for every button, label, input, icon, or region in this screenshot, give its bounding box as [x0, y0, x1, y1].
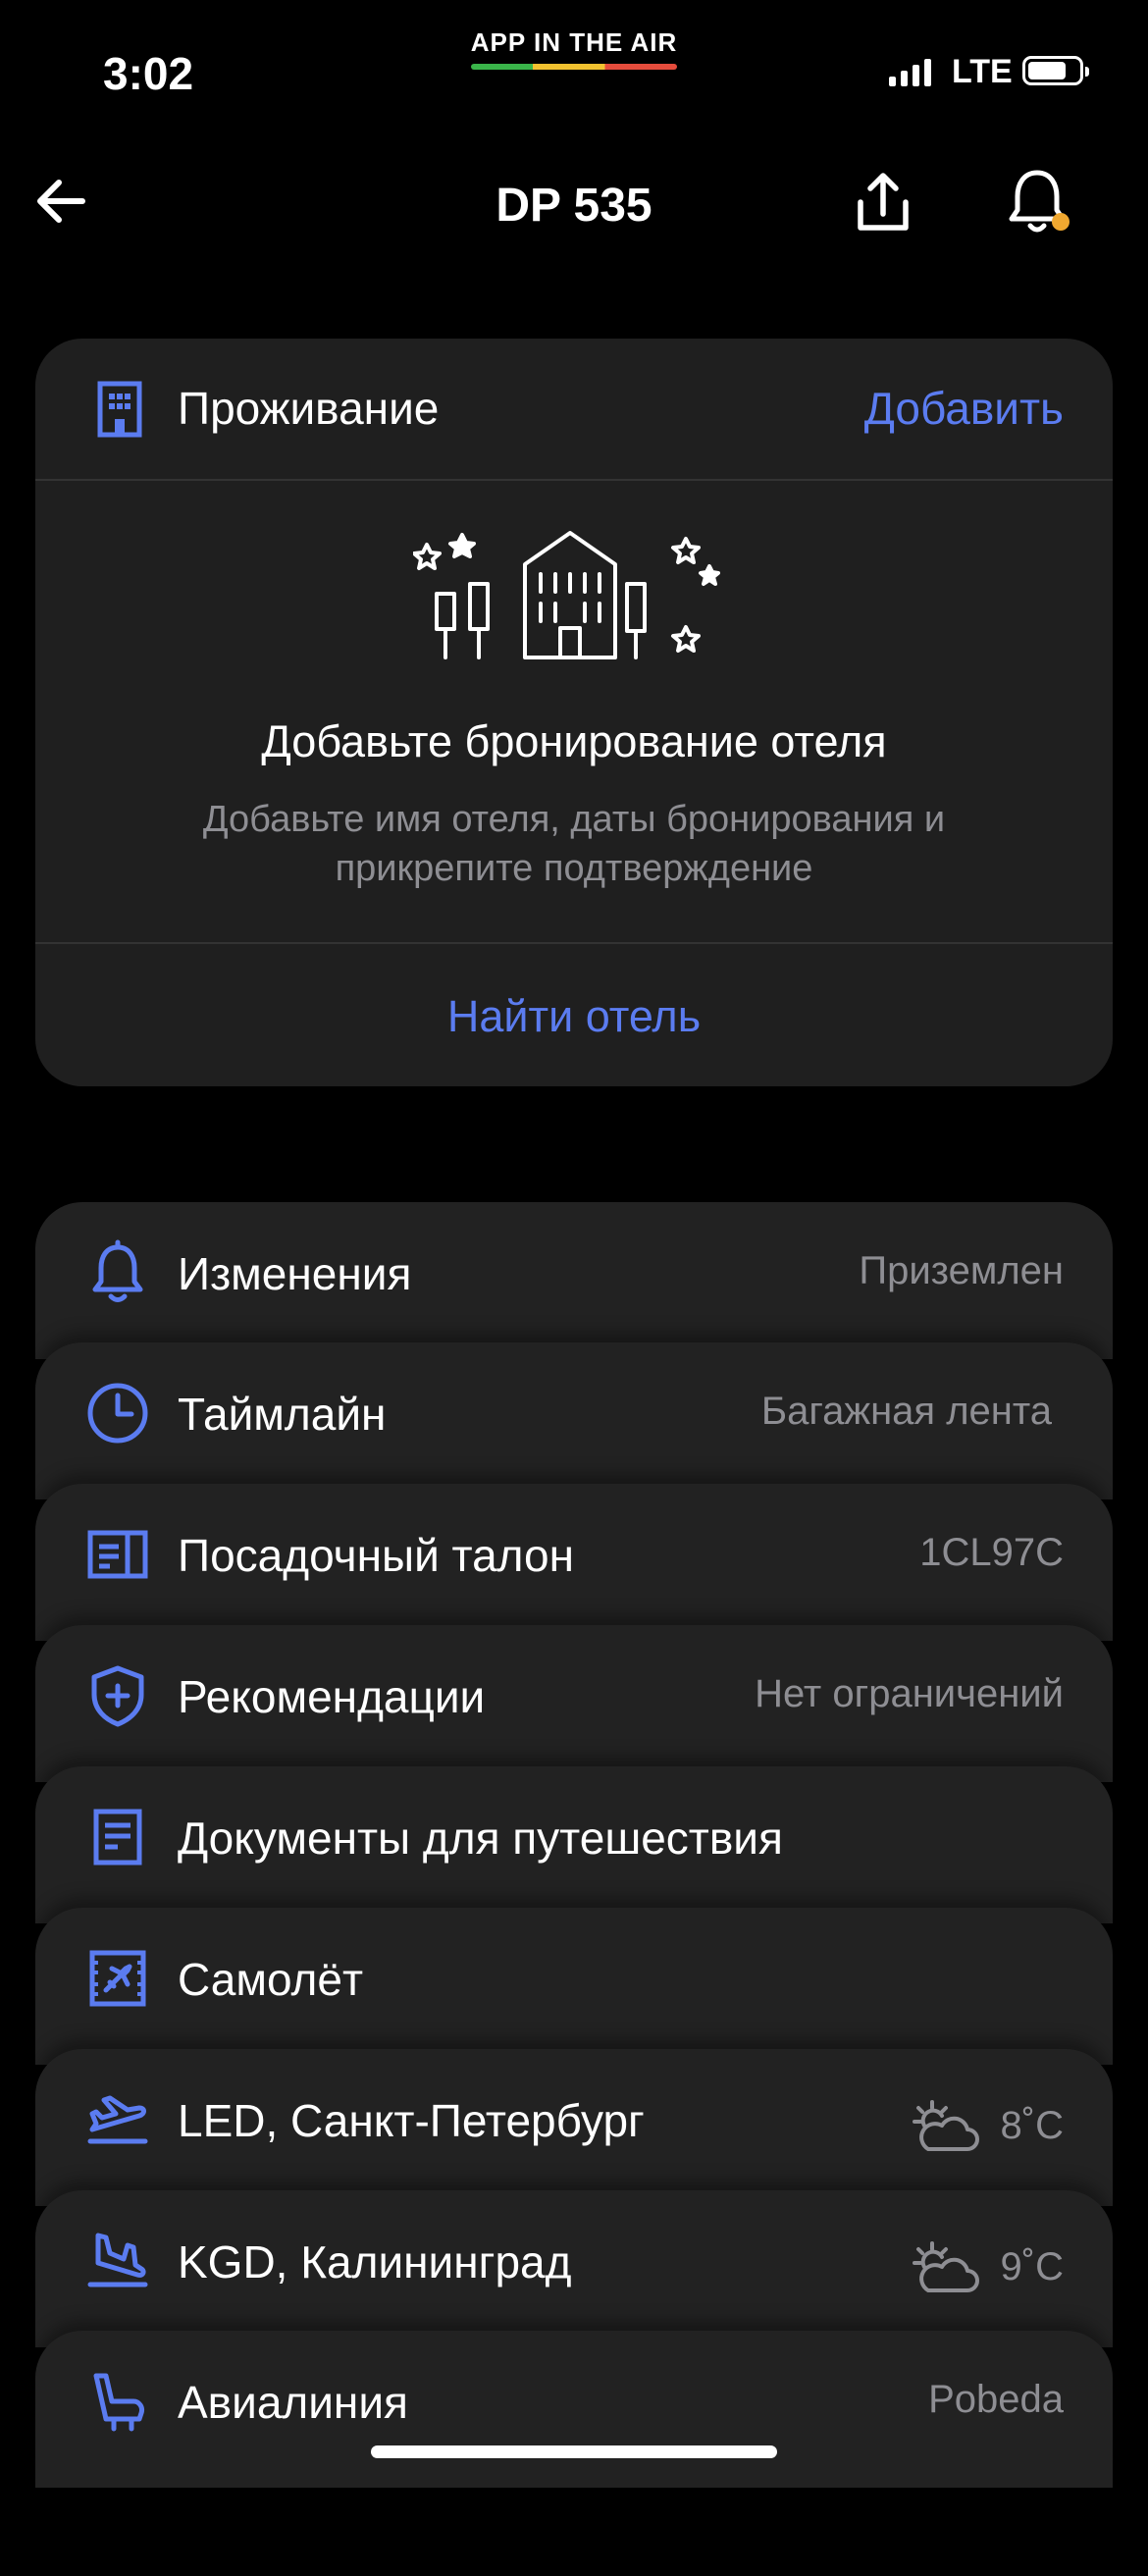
shield-plus-icon [91, 1665, 144, 1727]
hotel-building-icon [97, 381, 142, 438]
partly-cloudy-icon [912, 2100, 979, 2151]
home-indicator[interactable] [371, 2445, 777, 2458]
weather: 9˚C [911, 2237, 1064, 2296]
list-item-value: Приземлен [859, 1249, 1064, 1292]
temperature: 9˚C [1000, 2244, 1064, 2288]
takeoff-icon [87, 2095, 148, 2144]
list-item-changes[interactable]: Изменения Приземлен [35, 1202, 1113, 1359]
brand-color-bar [471, 64, 677, 70]
list-item-label: Изменения [178, 1248, 412, 1299]
list-item-label: Посадочный талон [178, 1530, 575, 1581]
weather: 8˚C [911, 2096, 1064, 2155]
accommodation-header: Проживание Добавить [35, 339, 1113, 481]
aircraft-icon [89, 1950, 146, 2007]
list-item-airline[interactable]: Авиалиния Pobeda [35, 2331, 1113, 2488]
list-item-label: Самолёт [178, 1954, 364, 2005]
list-item-label: KGD, Калининград [178, 2236, 572, 2287]
list-item-aircraft[interactable]: Самолёт [35, 1908, 1113, 2065]
partly-cloudy-icon [912, 2241, 979, 2292]
bell-icon[interactable] [1001, 165, 1073, 237]
find-hotel-button[interactable]: Найти отель [35, 991, 1113, 1042]
list-item-label: Документы для путешествия [178, 1813, 783, 1864]
list-item-travel-documents[interactable]: Документы для путешествия [35, 1766, 1113, 1923]
list-item-value: Багажная лента [760, 1390, 1052, 1433]
flight-details-list: Изменения Приземлен Таймлайн Багажная ле… [35, 1202, 1113, 2576]
boarding-pass-icon [87, 1530, 148, 1579]
document-icon [93, 1809, 142, 1866]
airline-seat-icon [93, 2373, 144, 2432]
accommodation-title: Проживание [178, 383, 440, 434]
accommodation-heading: Добавьте бронирование отеля [261, 716, 887, 766]
list-item-arrival-airport[interactable]: KGD, Калининград 9˚C [35, 2190, 1113, 2347]
accommodation-description: Добавьте имя отеля, даты бронирования и … [202, 799, 946, 889]
share-icon[interactable] [849, 169, 917, 237]
list-item-label: LED, Санкт-Петербург [178, 2095, 645, 2146]
landing-icon [87, 2233, 148, 2287]
list-item-value: 1CL97C [919, 1531, 1064, 1574]
list-item-label: Таймлайн [178, 1389, 387, 1440]
list-item-value: Pobeda [928, 2378, 1064, 2421]
list-item-recommendations[interactable]: Рекомендации Нет ограничений [35, 1625, 1113, 1782]
network-type: LTE [952, 53, 1013, 90]
list-item-timeline[interactable]: Таймлайн Багажная лента [35, 1342, 1113, 1499]
status-bar: 3:02 APP IN THE AIR LTE [0, 0, 1148, 128]
hotel-illustration-icon [413, 531, 720, 659]
signal-icon [889, 59, 931, 86]
bell-icon [92, 1239, 143, 1302]
divider [35, 942, 1113, 944]
list-item-label: Рекомендации [178, 1671, 486, 1722]
flight-title: DP 535 [496, 180, 652, 232]
list-item-value: Нет ограничений [755, 1672, 1064, 1715]
accommodation-card: Проживание Добавить Добавьте бронировани… [35, 339, 1113, 1086]
list-item-boarding-pass[interactable]: Посадочный талон 1CL97C [35, 1484, 1113, 1641]
list-item-label: Авиалиния [178, 2377, 408, 2428]
list-item-departure-airport[interactable]: LED, Санкт-Петербург 8˚C [35, 2049, 1113, 2206]
temperature: 8˚C [1000, 2103, 1064, 2147]
add-accommodation-button[interactable]: Добавить [864, 382, 1064, 435]
notification-dot [1052, 213, 1070, 231]
battery-icon [1022, 56, 1089, 85]
nav-bar: DP 535 [0, 147, 1148, 255]
app-brand-label: APP IN THE AIR [470, 27, 678, 57]
clock-icon [87, 1383, 148, 1444]
